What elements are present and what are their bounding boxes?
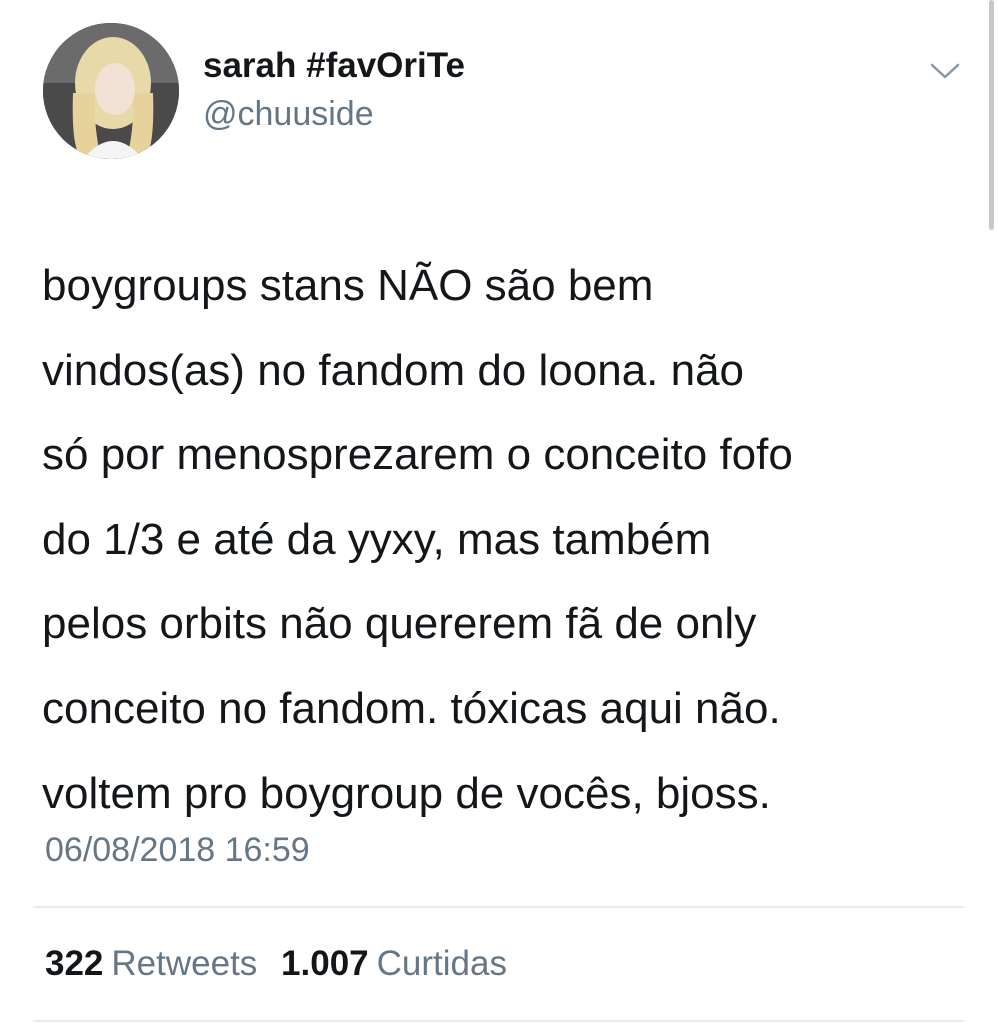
tweet-stats: 322 Retweets 1.007 Curtidas [45,942,521,986]
divider [33,1020,964,1022]
chevron-down-icon [930,63,960,79]
tweet-text-line: pelos orbits não quererem fã de only [42,599,757,649]
tweet-text-line: boygroups stans NÃO são bem [42,261,654,310]
likes-stat[interactable]: 1.007 Curtidas [281,942,507,986]
author-display-name[interactable]: sarah #favOriTe [203,44,465,88]
tweet-timestamp[interactable]: 06/08/2018 16:59 [45,828,310,872]
tweet-text-line: conceito no fandom. tóxicas aqui não. [42,683,781,733]
likes-count: 1.007 [281,944,369,983]
author-handle[interactable]: @chuuside [203,92,374,136]
tweet-menu-button[interactable] [926,57,964,83]
tweet-text: boygroups stans NÃO são bem vindos(as) n… [42,244,967,836]
retweets-count: 322 [45,944,104,983]
scrollbar[interactable] [989,0,994,230]
tweet-text-line: só por menosprezarem o conceito fofo [42,430,793,480]
retweets-label: Retweets [111,944,258,983]
tweet-text-line: vindos(as) no fandom do loona. não [42,345,745,395]
user-avatar-icon [43,23,179,159]
retweets-stat[interactable]: 322 Retweets [45,942,257,986]
tweet-text-line: do 1/3 e até da yyxy, mas também [42,514,712,564]
avatar[interactable] [43,23,179,159]
tweet-text-line: voltem pro boygroup de vocês, bjoss. [42,768,771,818]
likes-label: Curtidas [376,944,507,983]
divider [33,906,964,908]
